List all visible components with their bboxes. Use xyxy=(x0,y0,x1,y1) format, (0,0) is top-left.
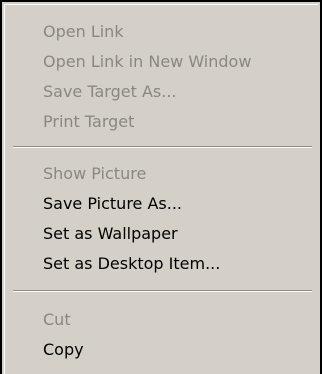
context-menu-body: Open Link Open Link in New Window Save T… xyxy=(4,4,318,374)
menu-item-cut[interactable]: Cut xyxy=(43,307,312,333)
menu-item-set-as-wallpaper[interactable]: Set as Wallpaper xyxy=(43,221,312,247)
menu-item-print-target[interactable]: Print Target xyxy=(43,109,312,135)
menu-item-open-link-new-window[interactable]: Open Link in New Window xyxy=(43,49,312,75)
menu-item-save-target-as[interactable]: Save Target As... xyxy=(43,79,312,105)
menu-item-set-as-desktop-item[interactable]: Set as Desktop Item... xyxy=(43,251,312,277)
menu-item-show-picture[interactable]: Show Picture xyxy=(43,161,312,187)
menu-separator xyxy=(13,290,312,292)
menu-separator xyxy=(13,146,312,148)
menu-item-copy[interactable]: Copy xyxy=(43,337,312,363)
menu-item-open-link[interactable]: Open Link xyxy=(43,19,312,45)
menu-item-save-picture-as[interactable]: Save Picture As... xyxy=(43,191,312,217)
context-menu: Open Link Open Link in New Window Save T… xyxy=(0,0,322,374)
